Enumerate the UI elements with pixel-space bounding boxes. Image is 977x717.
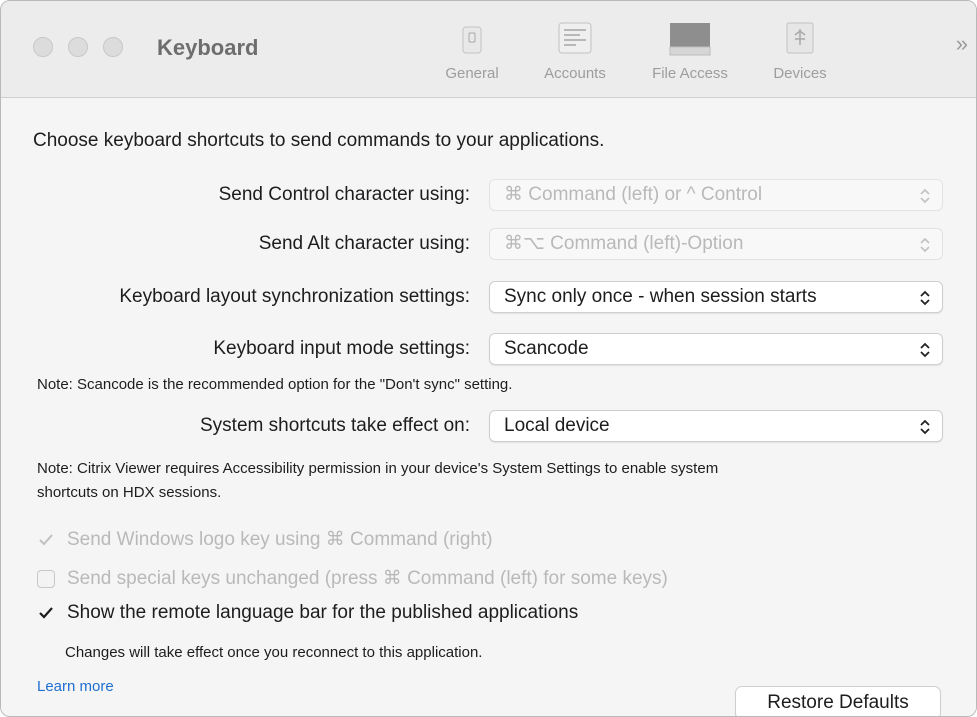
layout-sync-value: Sync only once - when session starts [504, 286, 817, 307]
preferences-window: Keyboard General Accounts File Access De… [0, 0, 977, 717]
toolbar-tab-label: General [445, 65, 499, 82]
updown-chevron-icon [920, 290, 930, 306]
minimize-window-button[interactable] [68, 37, 88, 57]
zoom-window-button[interactable] [103, 37, 123, 57]
toolbar: Keyboard General Accounts File Access De… [1, 1, 976, 98]
control-char-select[interactable]: ⌘ Command (left) or ^ Control [489, 179, 943, 211]
windows-logo-key-checkbox[interactable]: Send Windows logo key using ⌘ Command (r… [37, 528, 493, 551]
close-window-button[interactable] [33, 37, 53, 57]
checkbox-box-icon [37, 569, 55, 588]
system-shortcuts-select[interactable]: Local device [489, 410, 943, 442]
updown-chevron-icon [920, 419, 930, 435]
language-bar-label: Show the remote language bar for the pub… [67, 602, 579, 623]
toolbar-tab-general[interactable]: General [432, 21, 512, 82]
learn-more-link[interactable]: Learn more [37, 678, 114, 695]
file-access-icon [669, 23, 711, 56]
special-keys-checkbox[interactable]: Send special keys unchanged (press ⌘ Com… [37, 567, 668, 590]
special-keys-label: Send special keys unchanged (press ⌘ Com… [67, 568, 668, 589]
window-controls [33, 37, 123, 57]
toolbar-tab-file-access[interactable]: File Access [635, 21, 745, 82]
keyboard-settings-pane: Choose keyboard shortcuts to send comman… [1, 98, 976, 716]
toolbar-tab-label: Devices [773, 65, 827, 82]
language-bar-checkbox[interactable]: Show the remote language bar for the pub… [37, 602, 578, 624]
accounts-icon [558, 22, 592, 54]
window-title: Keyboard [157, 35, 259, 60]
checkmark-icon [37, 531, 55, 549]
checkmark-icon [37, 604, 55, 622]
layout-sync-select[interactable]: Sync only once - when session starts [489, 281, 943, 313]
control-char-label: Send Control character using: [218, 184, 470, 205]
system-shortcuts-note-line1: Note: Citrix Viewer requires Accessibili… [37, 460, 719, 477]
devices-icon [786, 22, 814, 54]
alt-char-label: Send Alt character using: [258, 233, 470, 254]
intro-text: Choose keyboard shortcuts to send comman… [33, 130, 605, 151]
reconnect-note: Changes will take effect once you reconn… [65, 644, 483, 661]
updown-chevron-icon [920, 237, 930, 253]
toolbar-tab-label: File Access [652, 65, 728, 82]
windows-logo-key-label: Send Windows logo key using ⌘ Command (r… [67, 529, 493, 550]
toolbar-tab-label: Accounts [544, 65, 606, 82]
toolbar-tab-accounts[interactable]: Accounts [529, 21, 621, 82]
input-mode-label: Keyboard input mode settings: [213, 338, 470, 359]
system-shortcuts-label: System shortcuts take effect on: [200, 415, 470, 436]
system-shortcuts-value: Local device [504, 415, 610, 436]
input-mode-note: Note: Scancode is the recommended option… [37, 376, 513, 393]
layout-sync-label: Keyboard layout synchronization settings… [119, 286, 470, 307]
updown-chevron-icon [920, 342, 930, 358]
alt-char-select[interactable]: ⌘⌥ Command (left)-Option [489, 228, 943, 260]
alt-char-value: ⌘⌥ Command (left)-Option [504, 233, 744, 254]
restore-defaults-button[interactable]: Restore Defaults [735, 686, 941, 716]
toolbar-tab-devices[interactable]: Devices [759, 21, 841, 82]
input-mode-value: Scancode [504, 338, 589, 359]
system-shortcuts-note-line2: shortcuts on HDX sessions. [37, 484, 222, 501]
general-icon [462, 26, 482, 54]
input-mode-select[interactable]: Scancode [489, 333, 943, 365]
updown-chevron-icon [920, 188, 930, 204]
toolbar-overflow-icon[interactable]: » [956, 31, 968, 57]
control-char-value: ⌘ Command (left) or ^ Control [504, 184, 763, 205]
